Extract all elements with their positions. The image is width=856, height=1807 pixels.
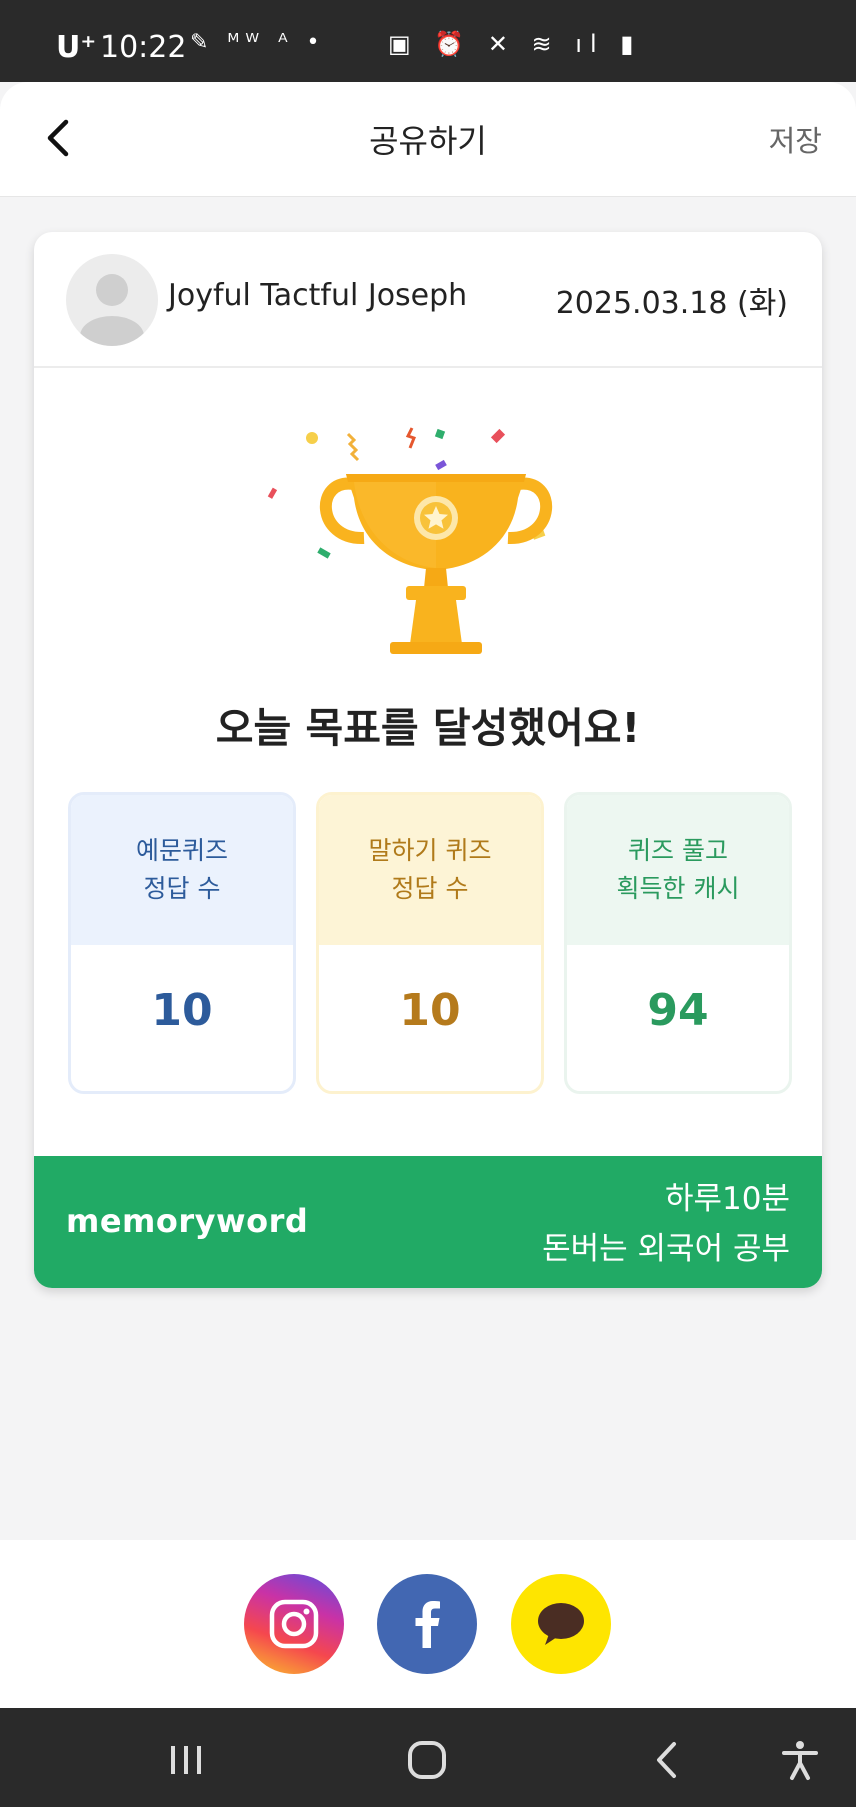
system-back-button[interactable] bbox=[646, 1738, 690, 1782]
notification-icons: ✎ ᴹᵂ ᴬ • bbox=[190, 30, 326, 55]
back-icon bbox=[657, 1742, 676, 1778]
achievement-date: 2025.03.18 (화) bbox=[555, 286, 788, 321]
system-status-icons: ▣ ⏰ ✕ ≋ ıl ▮ bbox=[388, 30, 642, 58]
brand-slogan: 하루10분 돈버는 외국어 공부 bbox=[542, 1174, 790, 1274]
kakaotalk-icon bbox=[538, 1603, 584, 1645]
stat-label-line1: 퀴즈 풀고 bbox=[628, 836, 728, 865]
stat-label-line1: 예문퀴즈 bbox=[135, 836, 228, 865]
share-kakaotalk-button[interactable] bbox=[511, 1574, 611, 1674]
status-bar: U⁺ 10:22 ✎ ᴹᵂ ᴬ • ▣ ⏰ ✕ ≋ ıl ▮ bbox=[0, 0, 856, 82]
slogan-line2: 돈버는 외국어 공부 bbox=[542, 1231, 790, 1267]
stat-card-example-quiz: 예문퀴즈 정답 수 10 bbox=[68, 792, 296, 1094]
accessibility-button[interactable] bbox=[778, 1738, 822, 1782]
home-icon bbox=[408, 1741, 446, 1779]
stat-value: 10 bbox=[399, 985, 461, 1036]
achievement-card: Joyful Tactful Joseph 2025.03.18 (화) 오늘 … bbox=[34, 232, 822, 1288]
stat-label: 퀴즈 풀고 획득한 캐시 bbox=[567, 795, 789, 945]
stat-label-line2: 정답 수 bbox=[391, 874, 469, 903]
card-header: Joyful Tactful Joseph 2025.03.18 (화) bbox=[34, 232, 822, 368]
stat-card-earned-cash: 퀴즈 풀고 획득한 캐시 94 bbox=[564, 792, 792, 1094]
recent-apps-icon bbox=[171, 1746, 201, 1774]
clock-time: 10:22 bbox=[100, 30, 187, 65]
share-facebook-button[interactable] bbox=[377, 1574, 477, 1674]
recent-apps-button[interactable] bbox=[164, 1738, 208, 1782]
instagram-icon bbox=[269, 1599, 319, 1649]
share-bar bbox=[0, 1540, 856, 1708]
stat-label-line2: 획득한 캐시 bbox=[616, 874, 740, 903]
stat-label: 예문퀴즈 정답 수 bbox=[71, 795, 293, 945]
goal-achieved-headline: 오늘 목표를 달성했어요! bbox=[215, 704, 641, 752]
brand-footer: memoryword 하루10분 돈버는 외국어 공부 bbox=[34, 1156, 822, 1288]
stat-value: 94 bbox=[647, 985, 709, 1036]
facebook-icon bbox=[415, 1601, 440, 1648]
stat-label-line2: 정답 수 bbox=[143, 874, 221, 903]
slogan-line1: 하루10분 bbox=[664, 1181, 790, 1217]
user-placeholder-icon bbox=[80, 274, 144, 346]
trophy-illustration bbox=[256, 422, 616, 662]
stat-card-speaking-quiz: 말하기 퀴즈 정답 수 10 bbox=[316, 792, 544, 1094]
app-bar: 공유하기 저장 bbox=[0, 82, 856, 197]
stat-label: 말하기 퀴즈 정답 수 bbox=[319, 795, 541, 945]
home-button[interactable] bbox=[405, 1738, 449, 1782]
trophy-icon bbox=[267, 427, 553, 654]
system-nav-bar bbox=[0, 1708, 856, 1807]
stat-label-line1: 말하기 퀴즈 bbox=[368, 836, 492, 865]
brand-logo: memoryword bbox=[66, 1202, 309, 1240]
stat-value: 10 bbox=[151, 985, 213, 1036]
carrier-label: U⁺ bbox=[56, 30, 97, 65]
avatar bbox=[66, 254, 158, 346]
save-button[interactable]: 저장 bbox=[769, 118, 822, 160]
user-name: Joyful Tactful Joseph bbox=[168, 278, 468, 313]
accessibility-icon bbox=[782, 1741, 818, 1780]
share-instagram-button[interactable] bbox=[244, 1574, 344, 1674]
page-title: 공유하기 bbox=[369, 122, 487, 160]
